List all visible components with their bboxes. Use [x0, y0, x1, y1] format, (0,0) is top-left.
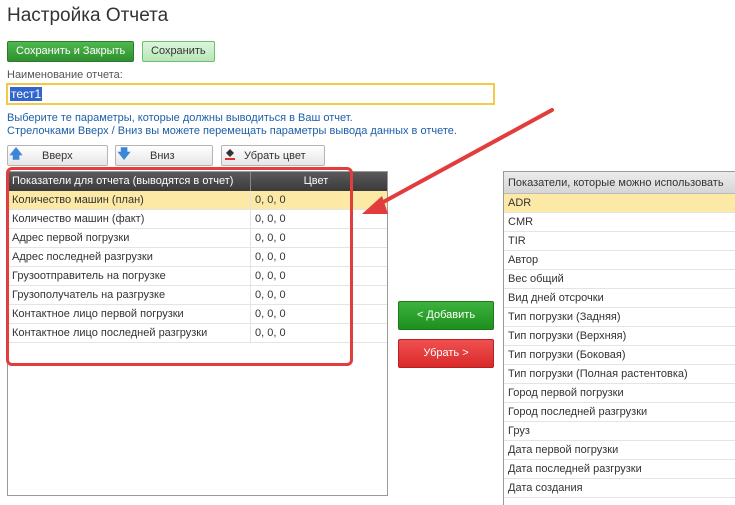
indicator-cell: Адрес последней разгрузки: [8, 248, 251, 266]
list-item[interactable]: CMR: [504, 213, 735, 232]
column-header-indicators[interactable]: Показатели для отчета (выводятся в отчет…: [8, 172, 251, 191]
hint-line-2: Стрелочками Вверх / Вниз вы можете перем…: [7, 125, 457, 137]
move-up-button[interactable]: 🡅 Вверх: [7, 145, 108, 166]
list-item[interactable]: Дата первой погрузки: [504, 441, 735, 460]
color-cell: 0, 0, 0: [255, 232, 286, 244]
color-cell: 0, 0, 0: [255, 308, 286, 320]
grid-header: Показатели для отчета (выводятся в отчет…: [8, 172, 387, 191]
report-name-input[interactable]: тест1: [6, 83, 495, 105]
table-row[interactable]: Грузоотправитель на погрузке 0, 0, 0: [8, 267, 387, 286]
list-item[interactable]: TIR: [504, 232, 735, 251]
list-item[interactable]: Груз: [504, 422, 735, 441]
indicator-cell: Адрес первой погрузки: [8, 229, 251, 247]
list-item[interactable]: Тип погрузки (Боковая): [504, 346, 735, 365]
color-cell: 0, 0, 0: [255, 194, 286, 206]
list-item[interactable]: Вес общий: [504, 270, 735, 289]
save-and-close-button[interactable]: Сохранить и Закрыть: [7, 41, 135, 62]
table-row[interactable]: Количество машин (факт) 0, 0, 0: [8, 210, 387, 229]
remove-color-button[interactable]: Убрать цвет: [221, 145, 325, 166]
indicator-cell: Количество машин (факт): [8, 210, 251, 228]
color-cell: 0, 0, 0: [255, 213, 286, 225]
available-indicators-grid[interactable]: Показатели, которые можно использовать A…: [503, 171, 735, 505]
color-cell: 0, 0, 0: [255, 327, 286, 339]
table-row[interactable]: Адрес последней разгрузки 0, 0, 0: [8, 248, 387, 267]
move-up-label: Вверх: [42, 149, 73, 162]
list-item[interactable]: Автор: [504, 251, 735, 270]
arrow-down-icon: 🡇: [117, 145, 131, 161]
page-title: Настройка Отчета: [7, 5, 169, 26]
table-row[interactable]: Контактное лицо первой погрузки 0, 0, 0: [8, 305, 387, 324]
arrow-up-icon: 🡅: [9, 145, 23, 161]
list-item[interactable]: Город первой погрузки: [504, 384, 735, 403]
table-row[interactable]: Количество машин (план) 0, 0, 0: [8, 191, 387, 210]
list-item[interactable]: Вид дней отсрочки: [504, 289, 735, 308]
color-cell: 0, 0, 0: [255, 289, 286, 301]
list-item[interactable]: Дата создания: [504, 479, 735, 498]
move-down-label: Вниз: [150, 149, 175, 162]
remove-color-label: Убрать цвет: [244, 149, 306, 162]
selected-indicators-grid[interactable]: Показатели для отчета (выводятся в отчет…: [7, 171, 388, 496]
indicator-cell: Контактное лицо первой погрузки: [8, 305, 251, 323]
indicator-cell: Контактное лицо последней разгрузки: [8, 324, 251, 342]
table-row[interactable]: Грузополучатель на разгрузке 0, 0, 0: [8, 286, 387, 305]
color-cell: 0, 0, 0: [255, 251, 286, 263]
report-name-value: тест1: [10, 87, 43, 101]
report-name-label: Наименование отчета:: [7, 69, 123, 81]
indicator-cell: Грузополучатель на разгрузке: [8, 286, 251, 304]
move-down-button[interactable]: 🡇 Вниз: [115, 145, 213, 166]
table-row[interactable]: Контактное лицо последней разгрузки 0, 0,…: [8, 324, 387, 343]
save-button[interactable]: Сохранить: [142, 41, 215, 62]
paint-bucket-icon: [222, 147, 238, 164]
list-item[interactable]: Тип погрузки (Задняя): [504, 308, 735, 327]
remove-button[interactable]: Убрать >: [398, 339, 494, 368]
table-row[interactable]: Адрес первой погрузки 0, 0, 0: [8, 229, 387, 248]
list-item[interactable]: Тип погрузки (Верхняя): [504, 327, 735, 346]
list-item[interactable]: ADR: [504, 194, 735, 213]
column-header-color[interactable]: Цвет: [251, 172, 381, 191]
add-button[interactable]: < Добавить: [398, 301, 494, 330]
column-header-available[interactable]: Показатели, которые можно использовать: [504, 172, 735, 194]
list-item[interactable]: Дата последней разгрузки: [504, 460, 735, 479]
hint-line-1: Выберите те параметры, которые должны вы…: [7, 112, 353, 124]
list-item[interactable]: Город последней разгрузки: [504, 403, 735, 422]
indicator-cell: Грузоотправитель на погрузке: [8, 267, 251, 285]
list-item[interactable]: Тип погрузки (Полная растентовка): [504, 365, 735, 384]
indicator-cell: Количество машин (план): [8, 191, 251, 209]
color-cell: 0, 0, 0: [255, 270, 286, 282]
